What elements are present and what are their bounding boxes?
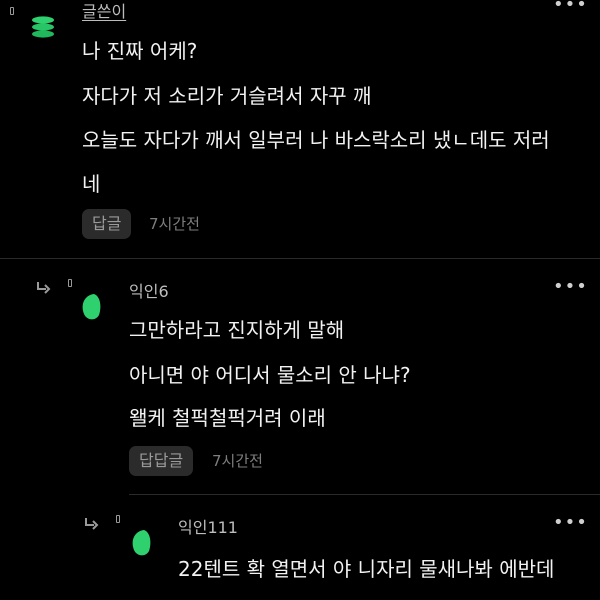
more-options-icon[interactable]: •••	[553, 514, 588, 532]
comment-line: 네	[82, 172, 101, 196]
comment-line: 아니면 야 어디서 물소리 안 나냐?	[129, 363, 411, 387]
divider	[0, 258, 600, 259]
reply-arrow-icon	[85, 518, 99, 530]
comment-author[interactable]: 익인6	[129, 282, 169, 302]
checkbox-icon[interactable]	[10, 7, 14, 15]
more-options-icon[interactable]: •••	[553, 0, 588, 14]
comment-author[interactable]: 글쓴이	[82, 2, 126, 22]
green-bean-icon	[128, 526, 154, 560]
more-options-icon[interactable]: •••	[553, 278, 588, 296]
comment-line: 오늘도 자다가 깨서 일부러 나 바스락소리 냈ㄴ데도 저러	[82, 128, 550, 152]
green-stack-icon	[28, 15, 58, 39]
comment-author[interactable]: 익인111	[178, 518, 238, 538]
divider	[129, 494, 600, 495]
reply-button[interactable]: 답글	[82, 209, 132, 239]
checkbox-icon[interactable]	[68, 279, 72, 287]
timestamp: 7시간전	[212, 452, 263, 470]
timestamp: 7시간전	[149, 215, 200, 233]
green-bean-icon	[78, 290, 104, 324]
comment-line: 왤케 철퍽철퍽거려 이래	[129, 406, 326, 430]
comment-line: 자다가 저 소리가 거슬려서 자꾸 깨	[82, 84, 372, 108]
reply-arrow-icon	[37, 282, 51, 294]
comment-line: 22텐트 확 열면서 야 니자리 물새나봐 에반데	[178, 557, 555, 581]
comment-line: 그만하라고 진지하게 말해	[129, 318, 345, 342]
checkbox-icon[interactable]	[116, 515, 120, 523]
comment-line: 나 진짜 어케?	[82, 39, 198, 63]
reply-button[interactable]: 답답글	[129, 446, 194, 476]
